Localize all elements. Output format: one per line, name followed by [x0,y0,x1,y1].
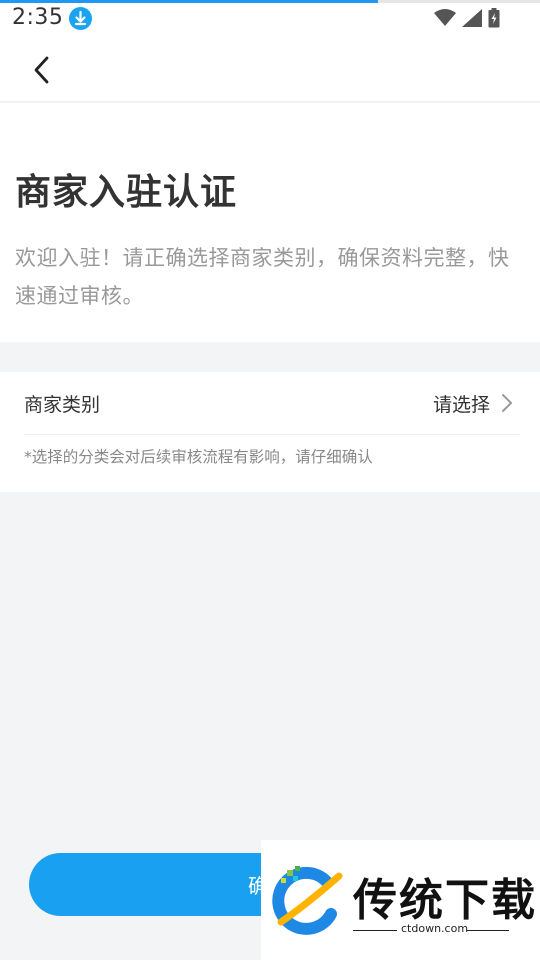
system-icons [434,8,500,32]
download-progress-bar [0,0,540,3]
chevron-right-icon [500,392,514,414]
watermark-brand: 传统下载 [353,875,537,926]
category-select-row[interactable]: 商家类别 请选择 [24,372,520,435]
watermark: 传统下载 ctdown.com [261,840,540,960]
watermark-url: ctdown.com [401,922,469,935]
category-hint: *选择的分类会对后续审核流程有影响，请仔细确认 [24,448,373,466]
app-header [0,40,540,102]
battery-icon [488,8,500,32]
status-time: 2:35 [12,5,64,30]
download-icon [69,7,92,30]
screen: 2:35 商家入驻认证 欢迎入驻！请正确选择商家类别，确保资料完整，快速通过审核… [0,0,540,960]
intro-section: 商家入驻认证 欢迎入驻！请正确选择商家类别，确保资料完整，快速通过审核。 [0,103,540,342]
ctdown-logo-icon [269,864,345,936]
wifi-icon [434,9,456,31]
watermark-line-left [353,930,397,931]
category-card: 商家类别 请选择 *选择的分类会对后续审核流程有影响，请仔细确认 [0,372,540,492]
watermark-line-right [467,930,509,931]
category-label: 商家类别 [24,394,101,416]
status-bar: 2:35 [0,0,540,40]
category-value[interactable]: 请选择 [433,390,490,417]
download-progress-fill [0,0,378,3]
page-title: 商家入驻认证 [15,172,238,213]
page-description: 欢迎入驻！请正确选择商家类别，确保资料完整，快速通过审核。 [15,246,510,308]
signal-icon [462,9,482,31]
back-button[interactable] [26,50,62,90]
chevron-left-icon [26,56,62,94]
